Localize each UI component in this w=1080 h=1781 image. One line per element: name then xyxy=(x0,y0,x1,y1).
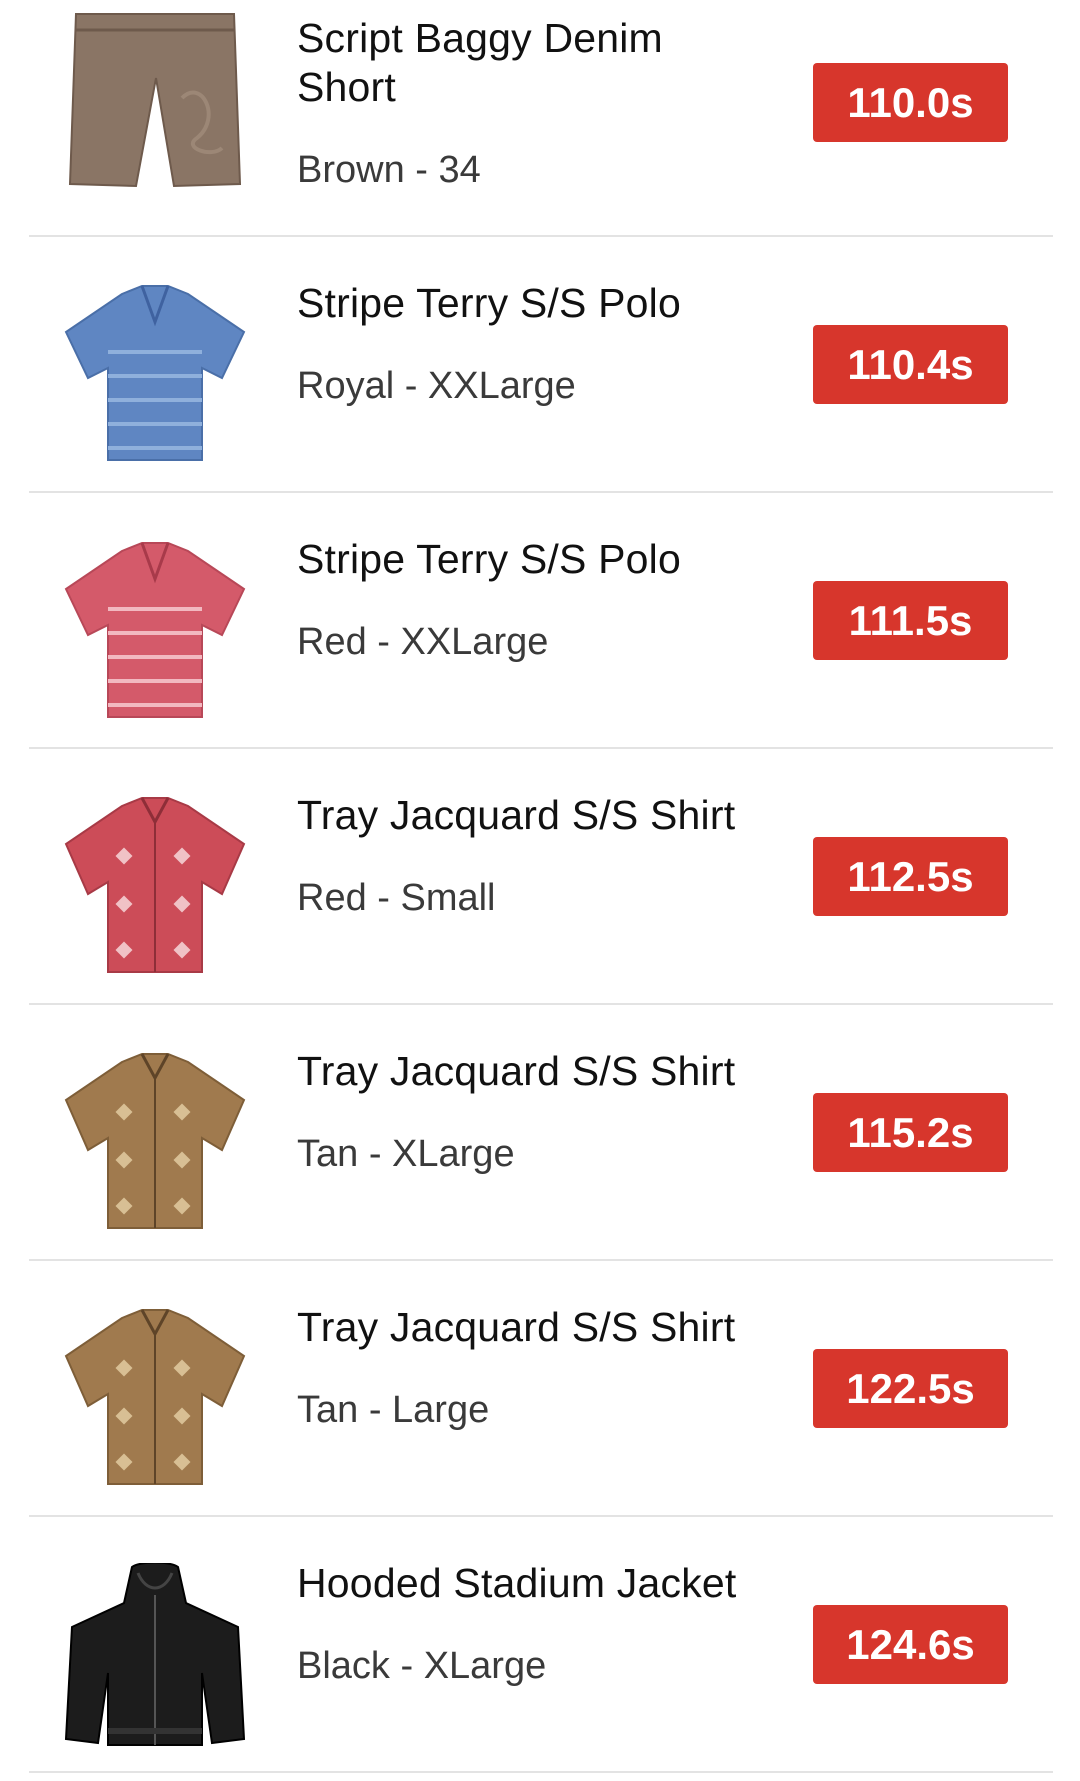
item-variant: Red - Small xyxy=(297,877,496,919)
time-badge: 110.0s xyxy=(813,63,1008,142)
item-variant: Red - XXLarge xyxy=(297,621,549,663)
polo-shirt-icon xyxy=(62,282,248,468)
item-name: Tray Jacquard S/S Shirt xyxy=(297,1304,736,1350)
list-item[interactable]: Tray Jacquard S/S Shirt Tan - Large 122.… xyxy=(0,1261,1080,1517)
divider xyxy=(29,1771,1053,1773)
item-variant: Brown - 34 xyxy=(297,149,481,191)
item-name: Stripe Terry S/S Polo xyxy=(297,280,681,326)
list-item[interactable]: Tray Jacquard S/S Shirt Tan - XLarge 115… xyxy=(0,1005,1080,1261)
jacket-icon xyxy=(62,1563,248,1749)
time-badge: 122.5s xyxy=(813,1349,1008,1428)
item-name: Tray Jacquard S/S Shirt xyxy=(297,792,736,838)
item-name: Script Baggy Denim Short xyxy=(297,15,663,110)
item-variant: Royal - XXLarge xyxy=(297,365,576,407)
item-name: Tray Jacquard S/S Shirt xyxy=(297,1048,736,1094)
list-item[interactable]: Hooded Stadium Jacket Black - XLarge 124… xyxy=(0,1517,1080,1773)
item-name: Stripe Terry S/S Polo xyxy=(297,536,681,582)
item-variant: Black - XLarge xyxy=(297,1645,547,1687)
polo-shirt-icon xyxy=(62,539,248,725)
list-item[interactable]: Script Baggy Denim Short Brown - 34 110.… xyxy=(0,0,1080,256)
shirt-icon xyxy=(62,794,248,980)
list-item[interactable]: Stripe Terry S/S Polo Royal - XXLarge 11… xyxy=(0,237,1080,493)
time-badge: 124.6s xyxy=(813,1605,1008,1684)
shirt-icon xyxy=(62,1306,248,1492)
list-item[interactable]: Stripe Terry S/S Polo Red - XXLarge 111.… xyxy=(0,493,1080,749)
time-badge: 112.5s xyxy=(813,837,1008,916)
shirt-icon xyxy=(62,1050,248,1236)
item-name: Hooded Stadium Jacket xyxy=(297,1560,737,1606)
time-badge: 111.5s xyxy=(813,581,1008,660)
time-badge: 115.2s xyxy=(813,1093,1008,1172)
item-variant: Tan - Large xyxy=(297,1389,490,1431)
item-variant: Tan - XLarge xyxy=(297,1133,515,1175)
list-item[interactable]: Tray Jacquard S/S Shirt Red - Small 112.… xyxy=(0,749,1080,1005)
shorts-icon xyxy=(62,8,248,194)
time-badge: 110.4s xyxy=(813,325,1008,404)
